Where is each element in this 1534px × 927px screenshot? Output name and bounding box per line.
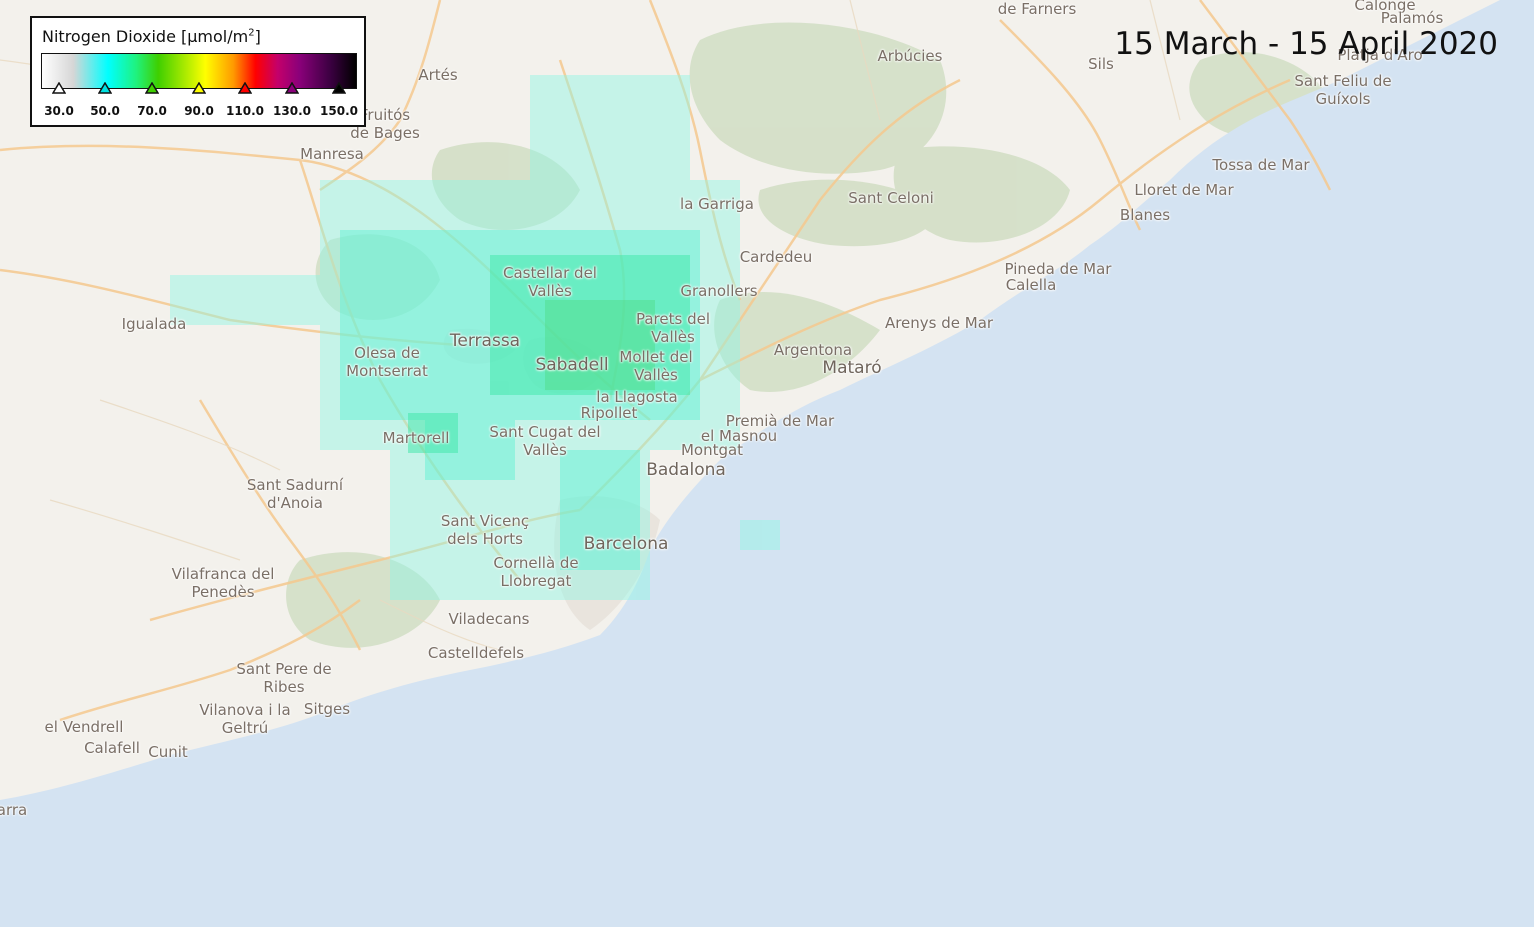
legend-tick-label: 30.0	[44, 104, 74, 118]
place-label: Sitges	[303, 700, 351, 718]
no2-legend: Nitrogen Dioxide [µmol/m2] 30.0 50.0 70.0 9…	[30, 16, 366, 127]
legend-tick-marker	[238, 82, 252, 94]
legend-tick-label: 130.0	[273, 104, 311, 118]
place-label: Argentona	[773, 341, 853, 359]
place-label: Barcelona	[583, 534, 669, 554]
legend-tick-marker	[52, 82, 66, 94]
place-label: Olesa de Montserrat	[346, 344, 428, 380]
place-label: Sant Vicenç dels Horts	[440, 512, 530, 548]
place-label: Cunit	[148, 743, 188, 761]
legend-ticks: 30.0 50.0 70.0 90.0 110.0 130.0 150.0	[32, 18, 368, 129]
place-label: Terrassa	[449, 331, 521, 351]
place-label: la Garriga	[680, 195, 754, 213]
place-label: Sant Pere de Ribes	[236, 660, 332, 696]
place-label: Artés	[418, 66, 458, 84]
place-label: Palamós	[1380, 9, 1444, 27]
legend-tick-marker	[145, 82, 159, 94]
legend-tick-label: 150.0	[320, 104, 358, 118]
place-label: Cardedeu	[739, 248, 813, 266]
place-label: Sant Celoni	[848, 189, 934, 207]
place-label: Martorell	[382, 429, 450, 447]
place-label: Arenys de Mar	[884, 314, 994, 332]
legend-tick-label: 110.0	[226, 104, 264, 118]
place-label: Castelldefels	[427, 644, 525, 662]
place-label: Granollers	[680, 282, 758, 300]
legend-tick-label: 50.0	[90, 104, 120, 118]
place-label: el Vendrell	[44, 718, 124, 736]
place-label: Sabadell	[535, 355, 609, 375]
place-label: Sant Feliu de Guíxols	[1294, 72, 1392, 108]
place-label: Arbúcies	[877, 47, 943, 65]
legend-tick-marker	[285, 82, 299, 94]
place-label: Mollet del Vallès	[619, 348, 693, 384]
place-label: Ripollet	[580, 404, 638, 422]
place-label: Cornellà de Llobregat	[493, 554, 579, 590]
place-label: de Farners	[997, 0, 1077, 18]
place-label: Castellar del Vallès	[503, 264, 597, 300]
place-label: Badalona	[646, 460, 726, 480]
place-label: Calella	[1005, 276, 1057, 294]
place-label: Vilafranca del Penedès	[171, 565, 275, 601]
place-label: Sant Sadurní d'Anoia	[246, 476, 344, 512]
place-label: arra	[0, 801, 28, 819]
place-label: Montgat	[680, 441, 744, 459]
legend-tick-label: 70.0	[137, 104, 167, 118]
place-label: Calafell	[84, 739, 140, 757]
place-label: Mataró	[822, 358, 882, 378]
place-label: Vilanova i la Geltrú	[199, 701, 291, 737]
date-range-label: 15 March - 15 April 2020	[1114, 26, 1498, 62]
place-label: Parets del Vallès	[635, 310, 711, 346]
place-label: Viladecans	[448, 610, 530, 628]
place-label: Lloret de Mar	[1134, 181, 1234, 199]
place-label: Blanes	[1119, 206, 1171, 224]
place-label: Sant Cugat del Vallès	[489, 423, 601, 459]
legend-tick-label: 90.0	[184, 104, 214, 118]
place-label: Tossa de Mar	[1212, 156, 1310, 174]
place-label: Sils	[1088, 55, 1114, 73]
base-map[interactable]	[0, 0, 1534, 927]
legend-tick-marker	[332, 82, 346, 94]
legend-tick-marker	[192, 82, 206, 94]
legend-tick-marker	[98, 82, 112, 94]
place-label: Igualada	[121, 315, 187, 333]
place-label: Manresa	[300, 145, 364, 163]
